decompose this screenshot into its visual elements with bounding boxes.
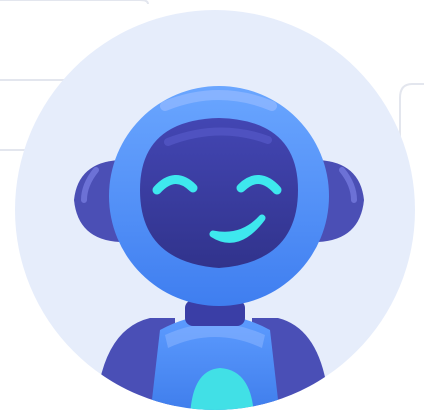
robot-avatar (15, 10, 415, 410)
